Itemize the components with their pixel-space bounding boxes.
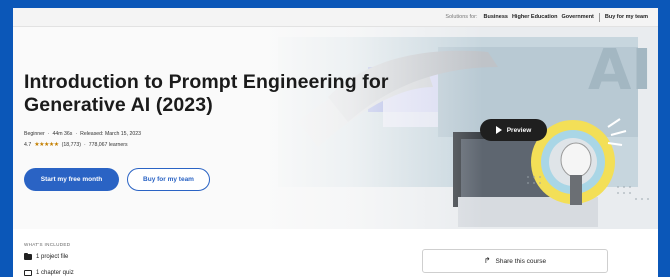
included-item-label: 1 project file — [36, 254, 69, 260]
share-label: Share this course — [495, 257, 547, 265]
start-free-month-button[interactable]: Start my free month — [24, 168, 119, 191]
quiz-icon — [24, 270, 32, 276]
included-item-label: 1 chapter quiz — [36, 270, 74, 276]
course-duration: 44m 36s — [52, 131, 73, 137]
link-higher-education[interactable]: Higher Education — [512, 14, 558, 20]
star-icons: ★★★★★ — [34, 142, 59, 148]
included-item: 1 chapter quiz — [24, 270, 74, 276]
preview-label: Preview — [506, 126, 532, 134]
share-course-button[interactable]: ↱ Share this course — [422, 249, 608, 273]
link-buy-for-my-team[interactable]: Buy for my team — [605, 14, 648, 20]
learner-count: 778,067 learners — [88, 141, 128, 148]
meta-dot: · — [47, 131, 50, 137]
divider — [598, 12, 600, 22]
utility-bar: Solutions for: Business Higher Education… — [13, 8, 658, 27]
meta-dot: · — [83, 141, 86, 148]
hero-art-text: AI — [588, 38, 652, 103]
hero-fade-overlay — [13, 27, 483, 229]
rating-value: 4.7 — [24, 141, 32, 148]
folder-icon — [24, 252, 32, 260]
included-heading: WHAT'S INCLUDED — [24, 242, 71, 247]
course-released: Released: March 15, 2023 — [80, 131, 141, 137]
page-frame: Solutions for: Business Higher Education… — [13, 8, 658, 277]
course-level: Beginner — [24, 131, 45, 137]
included-item: 1 project file — [24, 252, 69, 260]
link-business[interactable]: Business — [483, 14, 507, 20]
solutions-label: Solutions for: — [445, 14, 478, 20]
link-government[interactable]: Government — [561, 14, 593, 20]
course-rating: 4.7 ★★★★★ (18,773) · 778,067 learners — [24, 141, 128, 149]
course-meta: Beginner · 44m 36s · Released: March 15,… — [24, 131, 141, 137]
review-count[interactable]: (18,773) — [62, 142, 81, 148]
meta-dot: · — [75, 131, 78, 137]
buy-for-team-button[interactable]: Buy for my team — [127, 168, 210, 191]
preview-button[interactable]: Preview — [480, 119, 547, 141]
play-icon — [495, 126, 502, 134]
course-hero: AI Introduction to Prompt Engineering fo… — [13, 27, 658, 229]
share-icon: ↱ — [483, 256, 491, 265]
course-title: Introduction to Prompt Engineering for G… — [24, 71, 389, 116]
